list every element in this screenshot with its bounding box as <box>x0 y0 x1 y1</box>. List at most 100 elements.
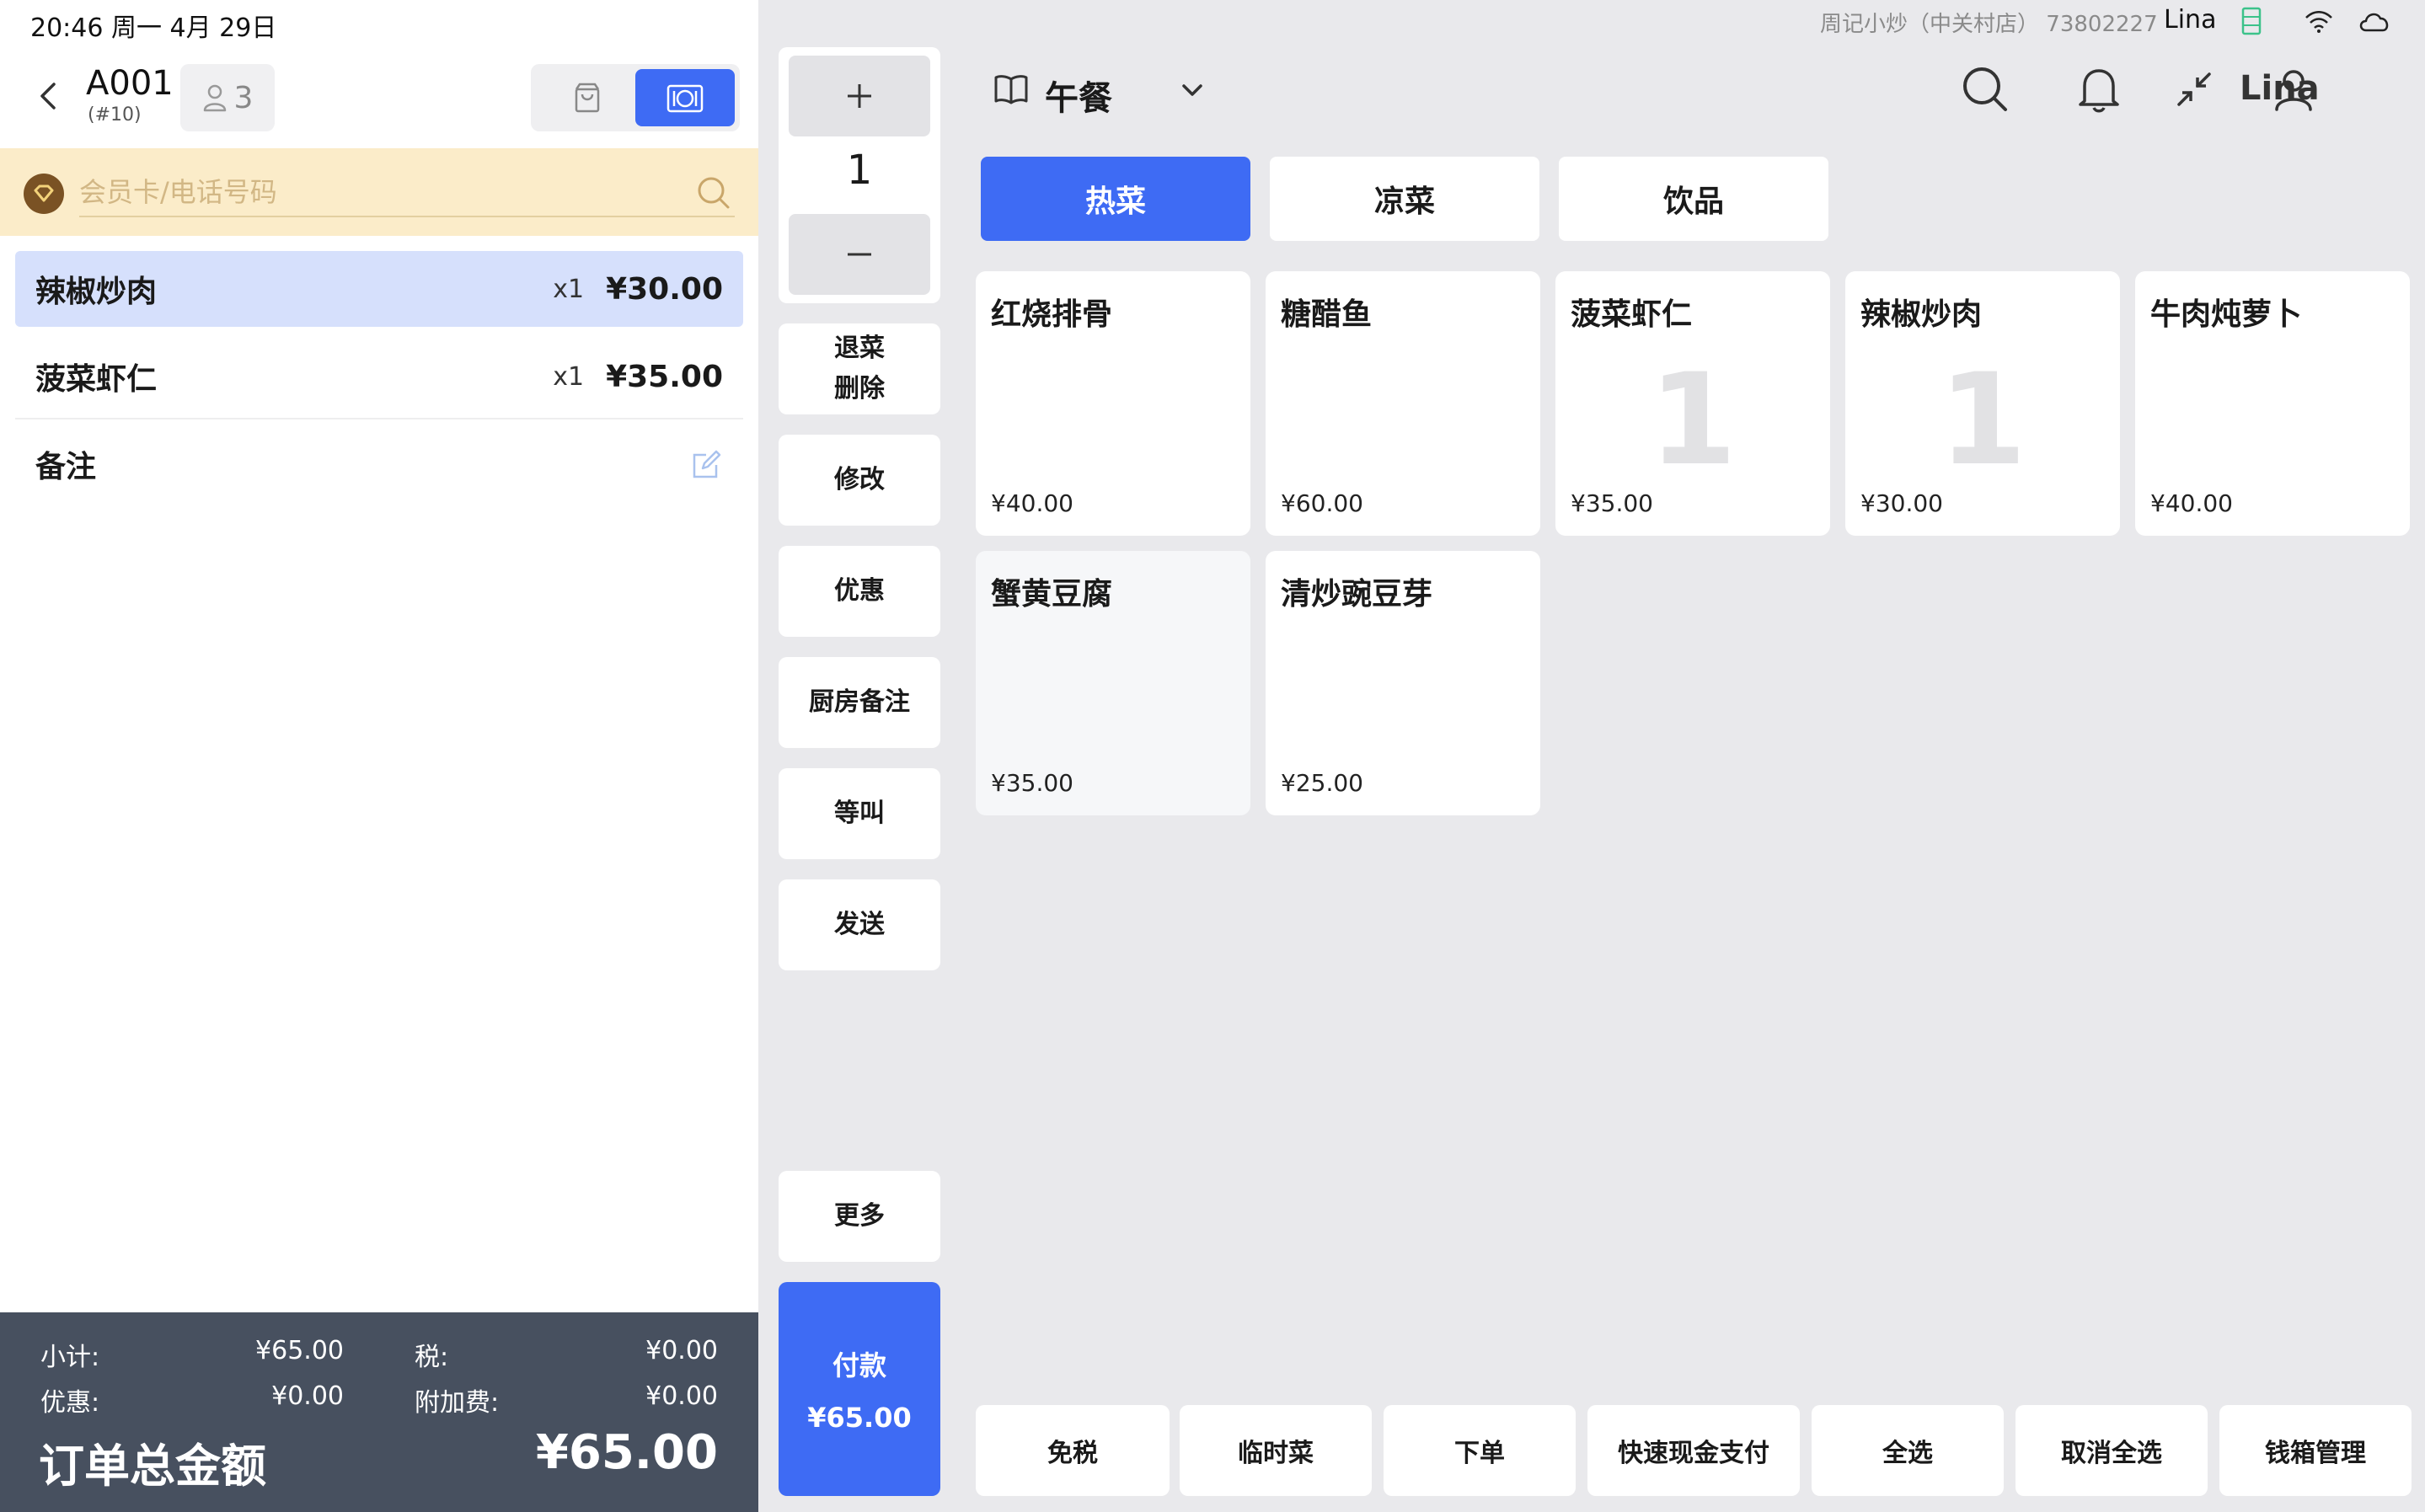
spreadsheet-icon <box>2241 7 2262 35</box>
order-mode-toggle <box>531 64 740 131</box>
minus-icon <box>848 253 871 256</box>
quick-cash-pay-button[interactable]: 快速现金支付 <box>1587 1405 1800 1496</box>
dish-price: ¥30.00 <box>1860 489 1943 517</box>
edit-icon[interactable] <box>691 448 723 480</box>
dish-name: 蟹黄豆腐 <box>991 577 1113 612</box>
takeout-mode-button[interactable] <box>538 69 637 126</box>
delete-label: 删除 <box>834 374 885 403</box>
dish-card[interactable]: 清炒豌豆芽 ¥25.00 <box>1266 551 1540 815</box>
grand-total-value: ¥65.00 <box>535 1425 718 1480</box>
line-item-price: ¥30.00 <box>606 271 723 307</box>
person-icon <box>203 84 226 112</box>
tax-label: 税: <box>415 1343 449 1372</box>
dish-card[interactable]: 牛肉炖萝卜 ¥40.00 <box>2135 271 2410 536</box>
chevron-left-icon <box>40 83 56 110</box>
category-tab-drinks[interactable]: 饮品 <box>1559 157 1828 241</box>
kitchen-note-button[interactable]: 厨房备注 <box>779 657 940 748</box>
dish-name: 糖醋鱼 <box>1281 297 1373 332</box>
dining-plate-icon <box>666 84 704 113</box>
order-line-item[interactable]: 菠菜虾仁 x1 ¥35.00 <box>15 339 743 414</box>
member-search-input[interactable] <box>79 168 735 217</box>
status-user: Lina <box>2164 5 2217 35</box>
grand-total-label: 订单总金额 <box>39 1440 266 1493</box>
table-number: A001 <box>86 64 174 103</box>
modify-button[interactable]: 修改 <box>779 435 940 526</box>
guest-count: 3 <box>233 80 254 115</box>
menu-selector[interactable]: 午餐 <box>1045 71 1112 120</box>
order-panel: 20:46 周一 4月 29日 A001 (#10) 3 辣椒炒肉 x1 ¥30… <box>0 0 758 1512</box>
dish-card[interactable]: 1 辣椒炒肉 ¥30.00 <box>1845 271 2120 536</box>
discount-label: 优惠: <box>40 1388 100 1418</box>
quantity-value: 1 <box>846 147 873 194</box>
more-button[interactable]: 更多 <box>779 1171 940 1262</box>
dish-name: 牛肉炖萝卜 <box>2150 297 2303 332</box>
place-order-button[interactable]: 下单 <box>1384 1405 1576 1496</box>
search-icon[interactable] <box>1960 64 2010 115</box>
line-item-name: 菠菜虾仁 <box>35 362 158 397</box>
dish-name: 清炒豌豆芽 <box>1281 577 1433 612</box>
wifi-icon <box>2305 11 2332 33</box>
dish-price: ¥25.00 <box>1281 769 1363 797</box>
hold-button[interactable]: 等叫 <box>779 768 940 859</box>
dish-card[interactable]: 1 菠菜虾仁 ¥35.00 <box>1555 271 1830 536</box>
tax-value: ¥0.00 <box>645 1336 718 1365</box>
increase-quantity-button[interactable] <box>789 56 930 136</box>
category-tab-hot-dishes[interactable]: 热菜 <box>981 157 1250 241</box>
order-number: (#10) <box>88 104 142 126</box>
dish-price: ¥35.00 <box>1571 489 1653 517</box>
order-note-row[interactable]: 备注 <box>15 426 743 502</box>
select-all-button[interactable]: 全选 <box>1812 1405 2004 1496</box>
dish-name: 红烧排骨 <box>991 297 1113 332</box>
tax-exempt-button[interactable]: 免税 <box>976 1405 1170 1496</box>
dish-price: ¥35.00 <box>991 769 1073 797</box>
pay-label: 付款 <box>832 1349 886 1381</box>
cash-drawer-button[interactable]: 钱箱管理 <box>2219 1405 2412 1496</box>
menu-book-icon <box>994 75 1028 104</box>
member-badge-icon <box>24 174 64 214</box>
back-button[interactable] <box>30 77 67 115</box>
custom-dish-button[interactable]: 临时菜 <box>1180 1405 1372 1496</box>
dish-price: ¥40.00 <box>991 489 1073 517</box>
void-delete-button[interactable]: 退菜 删除 <box>779 323 940 414</box>
pay-amount: ¥65.00 <box>807 1402 912 1434</box>
status-datetime: 20:46 周一 4月 29日 <box>30 13 277 43</box>
category-tab-cold-dishes[interactable]: 凉菜 <box>1270 157 1539 241</box>
decrease-quantity-button[interactable] <box>789 214 930 295</box>
guest-count-button[interactable]: 3 <box>180 64 275 131</box>
quantity-stepper: 1 <box>779 47 940 303</box>
dish-order-count: 1 <box>1648 347 1737 494</box>
dish-order-count: 1 <box>1938 347 2027 494</box>
plus-icon <box>848 84 871 108</box>
subtotal-label: 小计: <box>40 1343 100 1372</box>
dine-in-mode-button[interactable] <box>635 69 735 126</box>
send-button[interactable]: 发送 <box>779 879 940 970</box>
bell-icon[interactable] <box>2076 64 2122 115</box>
surcharge-label: 附加费: <box>415 1388 500 1418</box>
dish-name: 菠菜虾仁 <box>1571 297 1693 332</box>
dish-price: ¥40.00 <box>2150 489 2233 517</box>
void-label: 退菜 <box>834 334 885 363</box>
store-name: 周记小炒（中关村店） <box>1820 12 2040 37</box>
note-label: 备注 <box>35 450 97 484</box>
shopping-bag-icon <box>575 83 600 113</box>
dish-card[interactable]: 糖醋鱼 ¥60.00 <box>1266 271 1540 536</box>
search-icon[interactable] <box>696 175 731 211</box>
deselect-all-button[interactable]: 取消全选 <box>2015 1405 2208 1496</box>
pay-button[interactable]: 付款 ¥65.00 <box>779 1282 940 1496</box>
line-item-qty: x1 <box>553 361 585 392</box>
dish-price: ¥60.00 <box>1281 489 1363 517</box>
chevron-down-icon[interactable] <box>1180 81 1205 101</box>
line-item-qty: x1 <box>553 274 585 304</box>
dish-name: 辣椒炒肉 <box>1860 297 1983 332</box>
collapse-icon[interactable] <box>2176 71 2213 108</box>
member-lookup-bar <box>0 148 758 236</box>
order-line-item[interactable]: 辣椒炒肉 x1 ¥30.00 <box>15 251 743 327</box>
line-item-name: 辣椒炒肉 <box>35 275 158 309</box>
header-user-name[interactable]: Lina <box>2240 69 2320 108</box>
order-totals: 小计: ¥65.00 税: ¥0.00 优惠: ¥0.00 附加费: ¥0.00… <box>0 1312 758 1512</box>
store-info: 周记小炒（中关村店） 73802227 <box>1820 7 2158 38</box>
divider <box>15 418 743 419</box>
discount-button[interactable]: 优惠 <box>779 546 940 637</box>
dish-card[interactable]: 蟹黄豆腐 ¥35.00 <box>976 551 1250 815</box>
dish-card[interactable]: 红烧排骨 ¥40.00 <box>976 271 1250 536</box>
